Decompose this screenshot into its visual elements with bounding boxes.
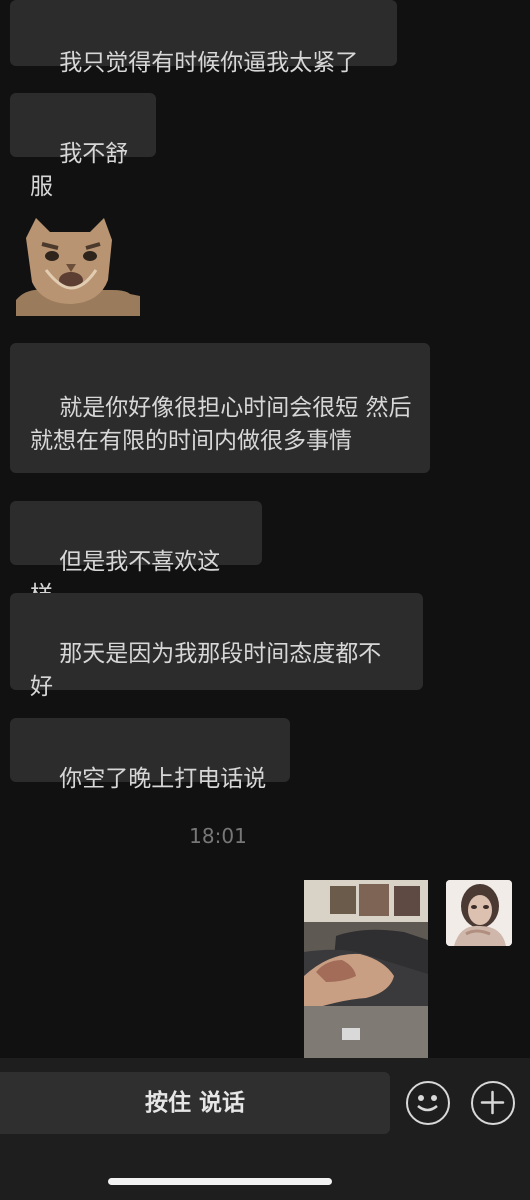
emoji-icon[interactable] bbox=[406, 1081, 450, 1125]
chat-area: 我只觉得有时候你逼我太紧了 我不舒服 就是你好像很担心时间会很短 然后就想在有限… bbox=[0, 0, 530, 1058]
message-text: 那天是因为我那段时间态度都不好 bbox=[30, 641, 382, 700]
message-bubble[interactable]: 就是你好像很担心时间会很短 然后就想在有限的时间内做很多事情 bbox=[10, 343, 430, 473]
cat-sticker[interactable] bbox=[16, 218, 140, 316]
message-bubble[interactable]: 我只觉得有时候你逼我太紧了 bbox=[10, 0, 397, 76]
message-bubble[interactable]: 你空了晚上打电话说 bbox=[10, 718, 290, 792]
message-text: 就是你好像很担心时间会很短 然后就想在有限的时间内做很多事情 bbox=[30, 395, 412, 454]
message-text: 我只觉得有时候你逼我太紧了 bbox=[59, 50, 359, 76]
input-bar: 按住 说话 bbox=[0, 1058, 530, 1200]
photo-thumbnail[interactable] bbox=[446, 880, 512, 946]
message-bubble[interactable]: 我不舒服 bbox=[10, 93, 156, 200]
photo-message[interactable] bbox=[304, 880, 428, 1058]
plus-icon[interactable] bbox=[471, 1081, 515, 1125]
message-text: 你空了晚上打电话说 bbox=[59, 766, 267, 792]
message-text: 我不舒服 bbox=[30, 141, 129, 200]
hold-to-talk-button[interactable]: 按住 说话 bbox=[0, 1072, 390, 1134]
home-indicator bbox=[108, 1178, 332, 1185]
message-bubble[interactable]: 但是我不喜欢这样 bbox=[10, 501, 262, 608]
timestamp: 18:01 bbox=[189, 824, 247, 848]
message-bubble[interactable]: 那天是因为我那段时间态度都不好 bbox=[10, 593, 423, 700]
